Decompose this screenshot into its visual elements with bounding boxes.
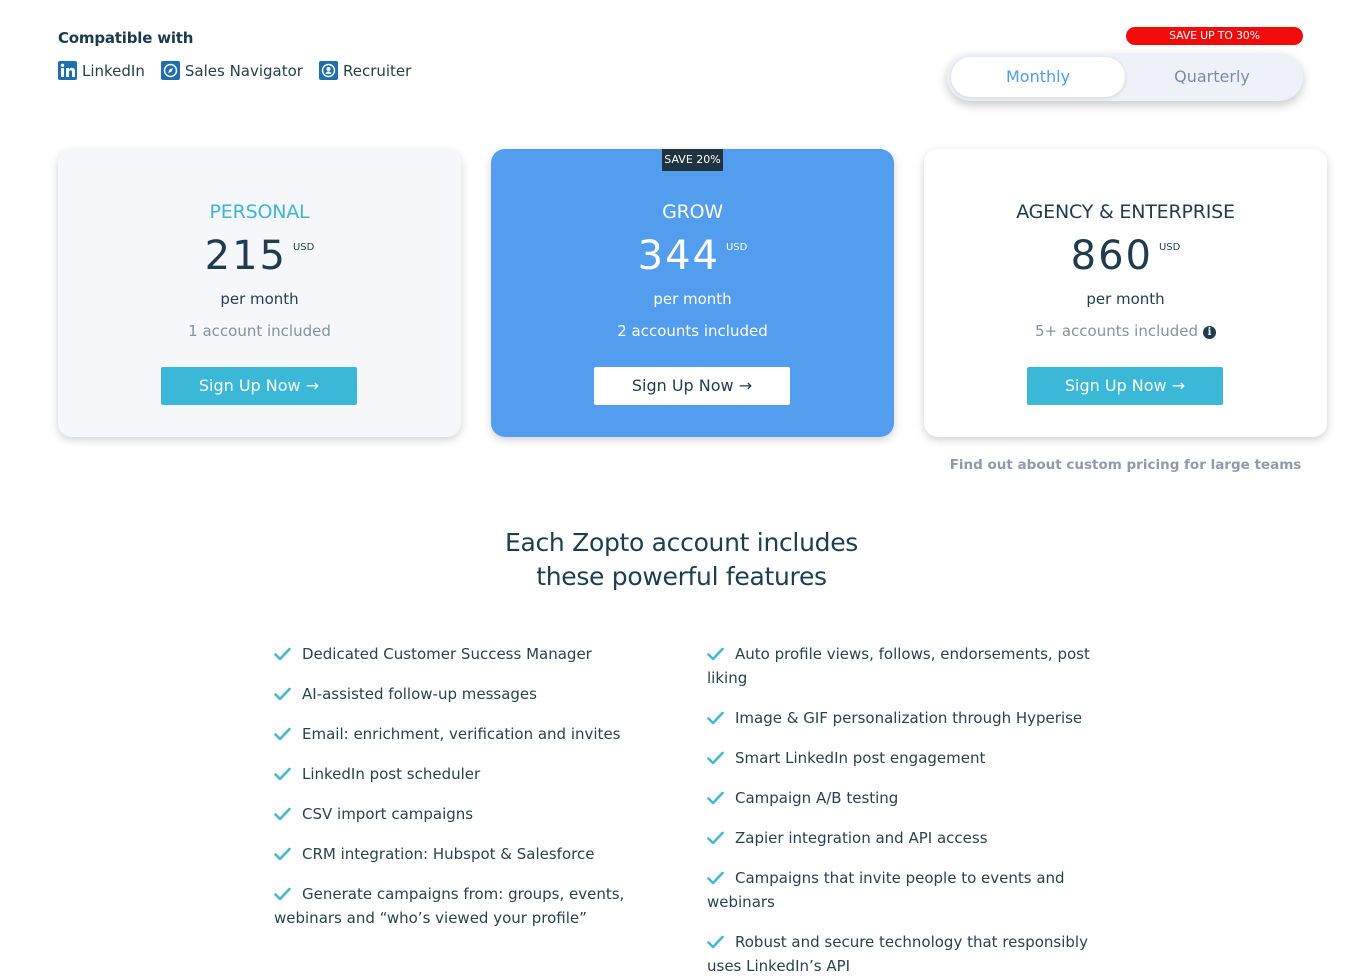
feature-text: Zapier integration and API access [735, 829, 988, 847]
feature-text: Smart LinkedIn post engagement [735, 749, 986, 767]
plan-accounts: 2 accounts included [617, 322, 768, 340]
plan-period: per month [220, 290, 299, 308]
compatible-item-linkedin: LinkedIn [58, 61, 145, 80]
linkedin-icon [58, 61, 77, 80]
compatible-label-linkedin: LinkedIn [82, 61, 145, 80]
features-title: Each Zopto account includes these powerf… [0, 526, 1363, 594]
feature-item: Auto profile views, follows, endorsement… [707, 642, 1117, 690]
check-icon [274, 844, 291, 861]
compatible-title: Compatible with [58, 29, 194, 47]
compatible-item-recruiter: Recruiter [318, 61, 412, 80]
feature-text: Image & GIF personalization through Hype… [735, 709, 1083, 727]
feature-text: Campaign A/B testing [735, 789, 899, 807]
plan-card-agency: AGENCY & ENTERPRISE 860 USD per month 5+ … [924, 149, 1327, 437]
feature-item: Zapier integration and API access [707, 826, 1117, 850]
feature-item: Image & GIF personalization through Hype… [707, 706, 1117, 730]
signup-button-grow[interactable]: Sign Up Now → [594, 367, 790, 405]
feature-item: Generate campaigns from: groups, events,… [274, 882, 684, 930]
feature-text: CSV import campaigns [302, 805, 474, 823]
toggle-quarterly[interactable]: Quarterly [1125, 57, 1299, 97]
feature-text: Campaigns that invite people to events a… [707, 869, 1065, 911]
feature-text: CRM integration: Hubspot & Salesforce [302, 845, 595, 863]
feature-item: LinkedIn post scheduler [274, 762, 684, 786]
plan-accounts-row: 5+ accounts included i [924, 322, 1327, 340]
check-icon [274, 644, 291, 661]
feature-text: Robust and secure technology that respon… [707, 933, 1088, 975]
custom-pricing-link[interactable]: Find out about custom pricing for large … [924, 457, 1327, 473]
plan-period: per month [1086, 290, 1165, 308]
features-list-right: Auto profile views, follows, endorsement… [707, 642, 1117, 976]
info-icon[interactable]: i [1203, 326, 1217, 339]
feature-text: Dedicated Customer Success Manager [302, 645, 592, 663]
signup-button-personal[interactable]: Sign Up Now → [161, 367, 357, 405]
compatible-list: LinkedIn Sales Navigator Recruiter [58, 61, 427, 80]
billing-toggle: Monthly Quarterly [947, 53, 1303, 101]
plan-card-grow: SAVE 20% GROW 344 USD per month 2 account… [491, 149, 894, 437]
plan-name: PERSONAL [209, 201, 310, 223]
check-icon [707, 708, 724, 725]
feature-text: Email: enrichment, verification and invi… [302, 725, 621, 743]
feature-text: Auto profile views, follows, endorsement… [707, 645, 1090, 687]
features-title-line2: these powerful features [536, 562, 827, 591]
check-icon [274, 684, 291, 701]
feature-item: Smart LinkedIn post engagement [707, 746, 1117, 770]
feature-text: Generate campaigns from: groups, events,… [274, 885, 625, 927]
plan-price: 860 [1070, 233, 1153, 279]
feature-item: Email: enrichment, verification and invi… [274, 722, 684, 746]
features-list-left: Dedicated Customer Success Manager AI-ass… [274, 642, 684, 946]
features-title-line1: Each Zopto account includes [504, 528, 859, 557]
plan-period: per month [653, 290, 732, 308]
plan-accounts: 5+ accounts included [1034, 322, 1199, 340]
plan-price: 215 [204, 233, 287, 279]
check-icon [274, 764, 291, 781]
price-block: 215 USD [58, 233, 461, 279]
plan-name: AGENCY & ENTERPRISE [1016, 201, 1235, 223]
plan-currency: USD [292, 242, 315, 253]
plan-currency: USD [1158, 242, 1181, 253]
feature-text: AI-assisted follow-up messages [302, 685, 537, 703]
feature-text: LinkedIn post scheduler [302, 765, 481, 783]
plan-price: 344 [637, 233, 720, 279]
toggle-monthly[interactable]: Monthly [951, 57, 1125, 97]
check-icon [707, 868, 724, 885]
feature-item: CSV import campaigns [274, 802, 684, 826]
compatible-section: Compatible with LinkedIn Sales Navigator… [58, 29, 427, 80]
check-icon [274, 804, 291, 821]
compatible-item-sales-navigator: Sales Navigator [160, 61, 303, 80]
plan-currency: USD [725, 242, 748, 253]
check-icon [707, 932, 724, 949]
feature-item: CRM integration: Hubspot & Salesforce [274, 842, 684, 866]
feature-item: Robust and secure technology that respon… [707, 930, 1117, 976]
feature-item: Campaign A/B testing [707, 786, 1117, 810]
check-icon [707, 788, 724, 805]
compatible-label-sales-navigator: Sales Navigator [184, 61, 303, 80]
price-block: 860 USD [924, 233, 1327, 279]
feature-item: AI-assisted follow-up messages [274, 682, 684, 706]
save-tag: SAVE 20% [662, 149, 723, 171]
check-icon [274, 724, 291, 741]
plan-card-personal: PERSONAL 215 USD per month 1 account incl… [58, 149, 461, 437]
feature-item: Dedicated Customer Success Manager [274, 642, 684, 666]
price-block: 344 USD [491, 233, 894, 279]
recruiter-icon [318, 61, 338, 80]
feature-item: Campaigns that invite people to events a… [707, 866, 1117, 914]
check-icon [274, 884, 291, 901]
check-icon [707, 644, 724, 661]
plan-accounts: 1 account included [188, 322, 331, 340]
compatible-label-recruiter: Recruiter [342, 61, 412, 80]
sales-navigator-icon [160, 61, 180, 80]
save-banner: SAVE UP TO 30% [1126, 27, 1303, 45]
signup-button-agency[interactable]: Sign Up Now → [1027, 367, 1223, 405]
plan-name: GROW [662, 201, 723, 223]
check-icon [707, 828, 724, 845]
check-icon [707, 748, 724, 765]
